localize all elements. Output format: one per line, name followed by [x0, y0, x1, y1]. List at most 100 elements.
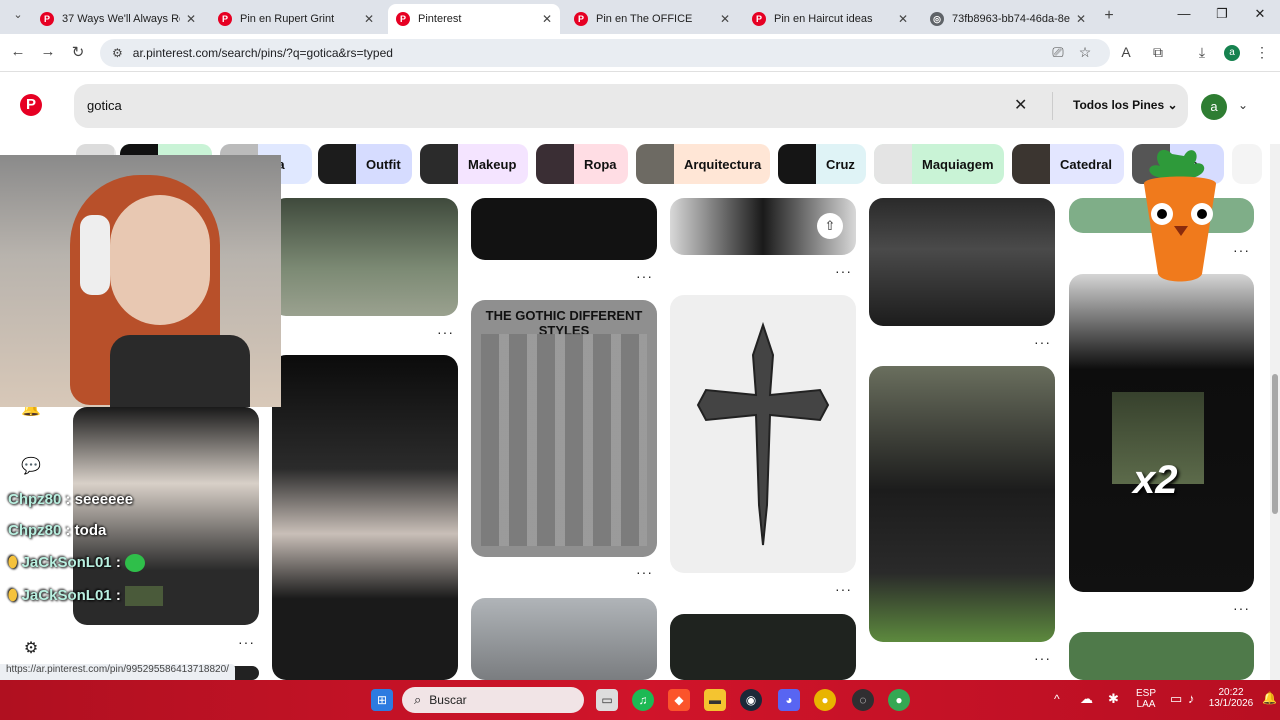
- settings-gear-icon[interactable]: ⚙: [20, 638, 42, 658]
- more-options-icon[interactable]: ···: [1034, 334, 1051, 350]
- pin-green-garden[interactable]: [1069, 632, 1254, 680]
- forward-icon[interactable]: →: [38, 43, 58, 60]
- url-field[interactable]: ⚙ ar.pinterest.com/search/pins/?q=gotica…: [100, 39, 1110, 67]
- discord-icon[interactable]: ◕: [778, 689, 800, 711]
- pin-gothic-long-coat[interactable]: [272, 198, 458, 316]
- windows-start-icon[interactable]: ⊞: [371, 689, 393, 711]
- search-divider: [1052, 92, 1053, 120]
- chip-cruz[interactable]: Cruz: [778, 144, 866, 184]
- new-tab-icon[interactable]: +: [1099, 7, 1119, 25]
- share-icon[interactable]: ⇧: [817, 213, 843, 239]
- page-scrollbar[interactable]: [1270, 144, 1280, 680]
- chip-maquiagem[interactable]: Maquiagem: [874, 144, 1004, 184]
- site-info-icon[interactable]: ⚙: [112, 46, 123, 60]
- volume-icon[interactable]: ♪: [1188, 691, 1195, 706]
- pin-dark-forest[interactable]: [670, 614, 856, 680]
- clear-search-icon[interactable]: ✕: [1014, 95, 1027, 115]
- tab-search-icon[interactable]: ⌄: [8, 8, 28, 21]
- clock[interactable]: 20:22 13/1/2026: [1206, 687, 1256, 709]
- obs-icon[interactable]: ◌: [852, 689, 874, 711]
- search-bar[interactable]: gotica ✕ Todos los Pines ⌄: [74, 84, 1188, 128]
- more-options-icon[interactable]: ···: [636, 564, 653, 580]
- task-view-icon[interactable]: ▭: [596, 689, 618, 711]
- chat-text: : seeeeee: [65, 491, 134, 508]
- chip-arquitectura[interactable]: Arquitectura: [636, 144, 770, 184]
- scrollbar-thumb[interactable]: [1272, 374, 1278, 514]
- chat-text: :: [115, 554, 121, 571]
- back-icon[interactable]: ←: [8, 43, 28, 60]
- chrome-icon[interactable]: ●: [814, 689, 836, 711]
- browser-tab-active[interactable]: P Pinterest ✕: [388, 4, 560, 34]
- onedrive-icon[interactable]: ☁: [1080, 691, 1093, 707]
- more-options-icon[interactable]: ···: [1034, 650, 1051, 666]
- chip-font-sample[interactable]: [1232, 144, 1262, 184]
- bluetooth-icon[interactable]: ✱: [1108, 691, 1119, 707]
- network-icon[interactable]: ▭: [1170, 691, 1182, 707]
- more-options-icon[interactable]: ···: [636, 268, 653, 284]
- browser-tab-2[interactable]: P Pin en Rupert Grint ✕: [210, 4, 382, 34]
- user-avatar[interactable]: a: [1201, 94, 1227, 120]
- chat-username: Chpz80: [8, 522, 62, 539]
- emote-icon: [124, 586, 163, 606]
- more-options-icon[interactable]: ···: [437, 324, 454, 340]
- close-window-icon[interactable]: ✕: [1242, 6, 1278, 22]
- minimize-icon[interactable]: —: [1166, 6, 1202, 21]
- keyboard-layout: LAA: [1136, 699, 1156, 710]
- close-icon[interactable]: ✕: [898, 12, 908, 26]
- spotify-icon[interactable]: ♫: [632, 689, 654, 711]
- chip-label: Outfit: [366, 156, 401, 172]
- more-options-icon[interactable]: ···: [1233, 242, 1250, 258]
- browser-tab-5[interactable]: P Pin en Haircut ideas ✕: [744, 4, 916, 34]
- download-icon[interactable]: ⤓: [1192, 44, 1212, 61]
- pin-goth-group[interactable]: [869, 366, 1055, 642]
- bookmark-star-icon[interactable]: ☆: [1075, 44, 1095, 61]
- pin-goth-girl-portrait[interactable]: [272, 355, 458, 680]
- notification-bell-icon[interactable]: 🔔: [1262, 691, 1277, 705]
- steam-icon[interactable]: ◉: [740, 689, 762, 711]
- browser-tab-4[interactable]: P Pin en The OFFICE ✕: [566, 4, 738, 34]
- pin-gothic-cross[interactable]: [670, 295, 856, 573]
- browser-tab-6[interactable]: ◎ 73fb8963-bb74-46da-8ea ✕: [922, 4, 1094, 34]
- more-options-icon[interactable]: ···: [238, 634, 255, 650]
- brave-browser-icon[interactable]: ◆: [668, 689, 690, 711]
- browser-tab-1[interactable]: P 37 Ways We'll Always Rem ✕: [32, 4, 204, 34]
- extensions-icon[interactable]: ⧉: [1148, 44, 1168, 61]
- close-icon[interactable]: ✕: [364, 12, 374, 26]
- tray-overflow-icon[interactable]: ^: [1054, 692, 1060, 706]
- keyboard-language[interactable]: ESP LAA: [1134, 688, 1158, 710]
- browser-menu-icon[interactable]: ⋮: [1252, 44, 1272, 61]
- pin-dark-outfit-top[interactable]: [471, 198, 657, 260]
- chip-makeup[interactable]: Makeup: [420, 144, 528, 184]
- file-explorer-icon[interactable]: ▬: [704, 689, 726, 711]
- tab-title: 37 Ways We'll Always Rem: [62, 13, 180, 25]
- chip-outfit[interactable]: Outfit: [318, 144, 412, 184]
- close-icon[interactable]: ✕: [1076, 12, 1086, 26]
- reload-icon[interactable]: ↻: [68, 43, 88, 61]
- translate-icon[interactable]: A: [1116, 44, 1136, 60]
- chip-thumbnail: [536, 144, 574, 184]
- close-icon[interactable]: ✕: [720, 12, 730, 26]
- chat-username: JaCkSonL01: [21, 586, 112, 604]
- maximize-icon[interactable]: ❐: [1204, 6, 1240, 22]
- more-options-icon[interactable]: ···: [835, 581, 852, 597]
- close-icon[interactable]: ✕: [542, 12, 552, 26]
- pin-pearls-jacket[interactable]: [869, 198, 1055, 326]
- search-input[interactable]: gotica: [87, 98, 122, 113]
- pinterest-logo[interactable]: P: [20, 94, 42, 116]
- pin-filter-dropdown[interactable]: Todos los Pines ⌄: [1073, 98, 1178, 112]
- pin-gothic-styles-chart[interactable]: THE GOTHIC DIFFERENT STYLES: [471, 300, 657, 557]
- chrome-profile-icon[interactable]: ●: [888, 689, 910, 711]
- pin-blonde-goth[interactable]: [471, 598, 657, 680]
- install-app-icon[interactable]: ⎚: [1048, 44, 1068, 61]
- search-icon: ⌕: [414, 692, 422, 707]
- chevron-down-icon[interactable]: ⌄: [1238, 98, 1248, 112]
- more-options-icon[interactable]: ···: [1233, 600, 1250, 616]
- taskbar-search[interactable]: ⌕ Buscar: [402, 687, 584, 713]
- browser-profile-avatar[interactable]: a: [1224, 45, 1240, 61]
- more-options-icon[interactable]: ···: [835, 263, 852, 279]
- chip-label: Maquiagem: [922, 156, 994, 172]
- close-icon[interactable]: ✕: [186, 12, 196, 26]
- chip-catedral[interactable]: Catedral: [1012, 144, 1124, 184]
- chip-ropa[interactable]: Ropa: [536, 144, 628, 184]
- messages-icon[interactable]: 💬: [20, 456, 42, 476]
